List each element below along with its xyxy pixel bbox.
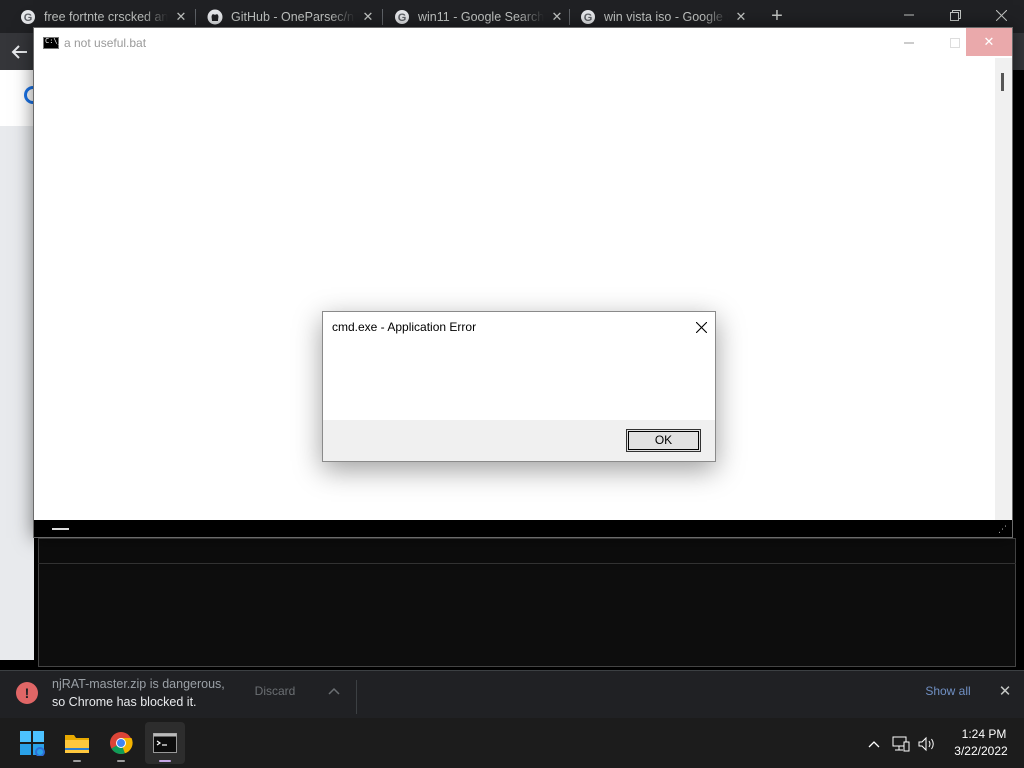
tab-github[interactable]: GitHub - OneParsec/njRA ✕ (207, 5, 375, 29)
console-titlebar[interactable] (34, 28, 1012, 58)
minimize-icon (904, 14, 914, 16)
tab-title: win11 - Google Search (418, 10, 544, 24)
chevron-up-icon[interactable] (326, 684, 342, 700)
download-status[interactable]: so Chrome has blocked it. (52, 695, 197, 709)
minimize-icon (904, 42, 914, 44)
file-explorer-icon (65, 735, 89, 753)
maximize-icon (950, 38, 960, 48)
dialog-close-button[interactable] (687, 313, 716, 341)
close-icon[interactable]: ✕ (997, 684, 1013, 700)
svg-text:G: G (398, 12, 407, 24)
github-icon (207, 9, 223, 25)
network-icon[interactable] (891, 734, 911, 754)
background-dark-panel (38, 538, 1016, 667)
new-tab-button[interactable]: + (767, 6, 787, 26)
google-icon: G (395, 10, 409, 24)
discard-button[interactable]: Discard (246, 680, 304, 702)
web-page-edge (0, 70, 34, 660)
tab-close-icon[interactable]: ✕ (361, 10, 375, 24)
browser-close-button[interactable] (978, 0, 1024, 30)
running-indicator (117, 760, 125, 762)
resize-grip-icon[interactable]: ⋰ (998, 524, 1010, 536)
tab-title: win vista iso - Google S (604, 10, 728, 24)
console-vertical-scrollbar[interactable] (995, 58, 1012, 520)
download-filename[interactable]: njRAT-master.zip is dangerous, (52, 677, 225, 691)
chrome-icon (110, 732, 133, 755)
tab-win11-search[interactable]: G win11 - Google Search ✕ (394, 5, 564, 29)
taskbar-chrome[interactable] (101, 722, 141, 764)
show-all-button[interactable]: Show all (912, 680, 984, 702)
ok-button[interactable]: OK (626, 429, 701, 452)
tab-title: free fortnte crscked and (44, 10, 168, 24)
browser-minimize-button[interactable] (886, 0, 932, 30)
application-error-dialog[interactable]: cmd.exe - Application Error OK (322, 311, 716, 462)
tab-close-icon[interactable]: ✕ (734, 10, 748, 24)
tab-close-icon[interactable]: ✕ (550, 10, 564, 24)
chevron-up-icon[interactable] (866, 734, 882, 754)
warning-icon: ! (16, 682, 38, 704)
divider (38, 563, 1016, 564)
command-prompt-icon (153, 733, 177, 753)
back-arrow-icon[interactable] (10, 42, 30, 62)
tab-separator (382, 9, 383, 25)
volume-icon[interactable] (917, 734, 937, 754)
start-button[interactable] (12, 722, 52, 764)
command-prompt-icon (43, 37, 62, 49)
tab-close-icon[interactable]: ✕ (174, 10, 188, 24)
start-icon (20, 731, 45, 756)
google-icon: G (581, 10, 595, 24)
clock-time[interactable]: 1:24 PM (955, 727, 1013, 741)
browser-restore-button[interactable] (932, 0, 978, 30)
taskbar-file-explorer[interactable] (57, 722, 97, 764)
close-icon (696, 321, 707, 333)
tab-separator (569, 9, 570, 25)
clock-date[interactable]: 3/22/2022 (948, 744, 1014, 758)
console-title: a not useful.bat (64, 36, 147, 50)
active-indicator (159, 760, 171, 762)
taskbar-command-prompt[interactable] (145, 722, 185, 764)
tab-free-fortnite[interactable]: G free fortnte crscked and ✕ (20, 5, 188, 29)
console-horizontal-scrollbar[interactable] (34, 520, 1012, 537)
scrollbar-thumb[interactable] (1001, 73, 1004, 91)
svg-text:G: G (584, 12, 593, 24)
scrollbar-thumb[interactable] (52, 528, 69, 530)
restore-icon (949, 9, 961, 21)
dialog-title: cmd.exe - Application Error (332, 320, 477, 334)
running-indicator (73, 760, 81, 762)
tab-win-vista-iso[interactable]: G win vista iso - Google S ✕ (580, 5, 748, 29)
divider (356, 680, 357, 714)
tab-title: GitHub - OneParsec/njRA (231, 10, 355, 24)
console-minimize-button[interactable] (886, 28, 932, 58)
tab-separator (195, 9, 196, 25)
svg-text:G: G (24, 12, 33, 24)
google-icon: G (21, 10, 35, 24)
close-icon (995, 9, 1007, 21)
console-close-button[interactable]: ✕ (966, 28, 1012, 56)
